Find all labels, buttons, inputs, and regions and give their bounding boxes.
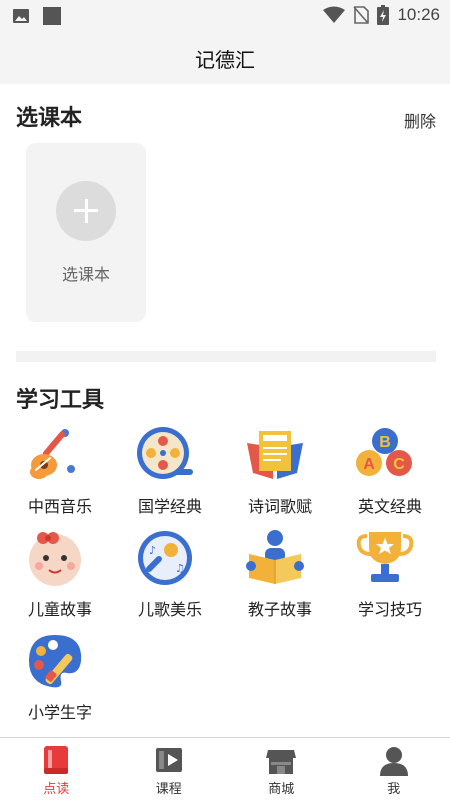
tool-poetry[interactable]: 诗词歌赋 [220,425,330,525]
page-title: 记德汇 [195,47,255,72]
abc-blocks-icon: B A C [356,428,412,476]
add-course-card[interactable]: 选课本 [26,143,146,322]
svg-text:C: C [393,456,405,473]
baby-face-icon [29,532,81,586]
tab-courses[interactable]: 课程 [113,738,226,800]
add-course-label: 选课本 [61,265,110,284]
video-tab-icon [155,748,182,772]
svg-text:A: A [363,456,375,473]
tool-label: 英文经典 [357,497,422,516]
reading-person-icon [246,530,304,584]
tab-store[interactable]: 商城 [225,738,338,800]
tab-label: 课程 [155,782,182,797]
tab-label: 商城 [268,782,295,797]
svg-text:♫: ♫ [175,562,185,575]
tool-label: 小学生字 [27,703,92,722]
plus-icon [56,181,116,241]
tool-parenting-stories[interactable]: 教子故事 [220,528,330,628]
tool-label: 儿歌美乐 [137,600,202,619]
tool-children-songs[interactable]: ♪ ♫ 儿歌美乐 [110,528,220,628]
tab-me[interactable]: 我 [338,738,450,800]
tool-label: 学习技巧 [357,600,422,619]
tool-label: 儿童故事 [27,600,92,619]
microphone-icon: ♪ ♫ [138,531,192,585]
tool-primary-characters[interactable]: 小学生字 [0,631,110,731]
status-time: 10:26 [397,5,440,24]
section-divider [16,351,436,362]
tool-chinese-classics[interactable]: 国学经典 [110,425,220,525]
no-sim-icon [353,6,370,24]
app-header: 记德汇 [0,32,450,84]
svg-text:B: B [379,434,391,451]
tool-label: 教子故事 [247,600,312,619]
image-icon [13,9,29,23]
tool-children-stories[interactable]: 儿童故事 [0,528,110,628]
book-icon [247,431,303,479]
tool-english-classics[interactable]: B A C 英文经典 [330,425,440,525]
tab-dian-du[interactable]: 点读 [0,738,113,800]
svg-text:♪: ♪ [149,544,156,557]
wifi-icon [323,6,346,23]
square-icon [43,7,61,25]
tool-study-tips[interactable]: 学习技巧 [330,528,440,628]
tool-label: 国学经典 [137,497,202,516]
tool-label: 诗词歌赋 [247,497,312,516]
store-tab-icon [266,750,297,774]
status-bar: 10:26 [0,0,450,32]
tool-music[interactable]: 中西音乐 [0,425,110,525]
person-tab-icon [379,747,408,776]
bottom-tab-bar: 点读 课程 商城 我 [0,737,450,800]
battery-icon [377,5,390,25]
tools-section-title: 学习工具 [16,388,105,413]
trophy-icon [356,532,414,582]
tab-label: 点读 [43,782,70,797]
guitar-icon [30,429,75,479]
film-reel-icon [137,427,193,479]
delete-button[interactable]: 删除 [404,108,436,132]
paint-palette-icon [29,635,82,688]
book-tab-icon [44,746,69,774]
course-section-title: 选课本 [16,106,83,131]
tool-label: 中西音乐 [27,497,92,516]
tab-label: 我 [387,782,401,797]
